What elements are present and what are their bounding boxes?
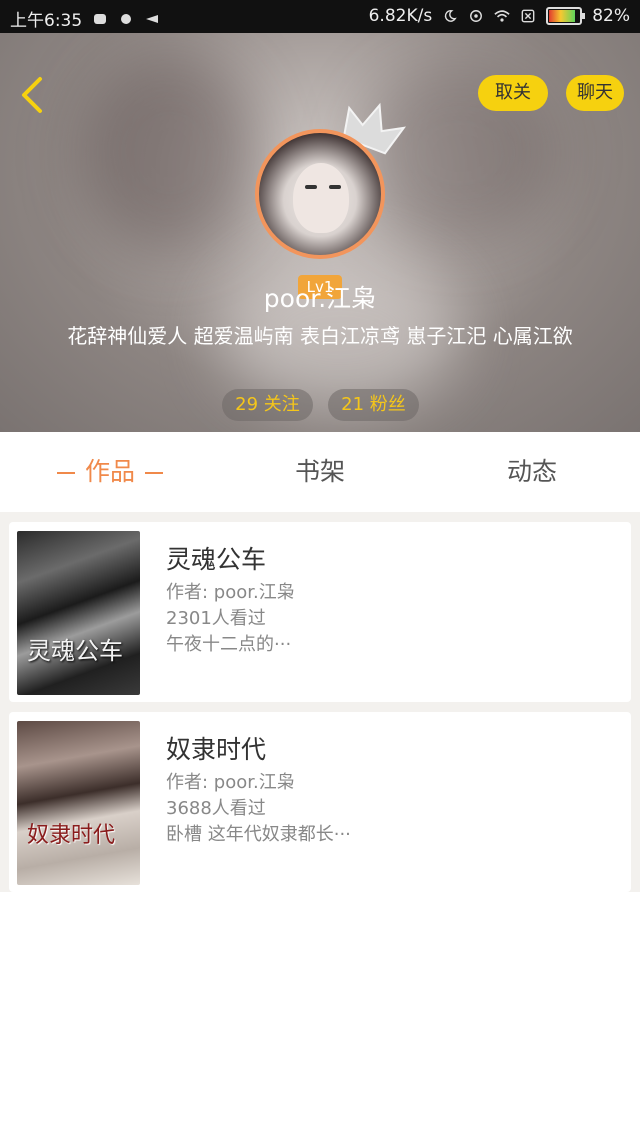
battery-icon <box>546 7 586 25</box>
avatar-container[interactable] <box>255 129 385 259</box>
tab-works[interactable]: 作品 <box>40 432 180 512</box>
book-cover-title: 奴隶时代 <box>27 823 116 848</box>
book-description: 卧槽 这年代奴隶都长··· <box>166 824 351 845</box>
following-count[interactable]: 29 关注 <box>222 389 313 421</box>
avatar-face <box>293 163 349 233</box>
book-card[interactable]: 奴隶时代 奴隶时代 作者: poor.江枭 3688人看过 卧槽 这年代奴隶都长… <box>9 712 631 892</box>
profile-tabs: 作品 书架 动态 <box>0 432 640 512</box>
notification-icon <box>94 13 107 24</box>
battery-tip <box>582 13 586 19</box>
wifi-icon <box>494 10 510 22</box>
status-left: 上午6:35 <box>10 6 160 31</box>
background-blur <box>80 53 260 253</box>
username: poor.江枭 <box>263 284 377 313</box>
tab-indicator <box>56 472 75 474</box>
avatar-eye <box>329 185 341 189</box>
tab-bookshelf[interactable]: 书架 <box>250 432 390 512</box>
status-time: 上午6:35 <box>10 11 83 31</box>
book-author: 作者: poor.江枭 <box>166 772 295 793</box>
book-description: 午夜十二点的··· <box>166 634 292 655</box>
battery-percent: 82% <box>592 6 630 26</box>
no-sim-icon <box>521 9 535 23</box>
fans-count[interactable]: 21 粉丝 <box>328 389 419 421</box>
book-cover[interactable]: 奴隶时代 <box>17 721 140 885</box>
book-views: 3688人看过 <box>166 798 266 819</box>
tab-dynamics[interactable]: 动态 <box>462 432 602 512</box>
user-bio: 花辞神仙爱人 超爱温屿南 表白江凉鸢 崽子江汜 心属江欲 <box>67 324 573 348</box>
moon-icon <box>445 10 457 22</box>
battery-fill <box>549 10 576 22</box>
book-author: 作者: poor.江枭 <box>166 582 295 603</box>
notification-icon <box>146 14 159 23</box>
book-views: 2301人看过 <box>166 608 266 629</box>
avatar[interactable] <box>255 129 385 259</box>
network-speed: 6.82K/s <box>368 6 433 26</box>
tab-works-label: 作品 <box>84 457 135 486</box>
book-title: 奴隶时代 <box>166 735 267 764</box>
avatar-eye <box>305 185 317 189</box>
tab-indicator <box>145 472 163 474</box>
profile-header: 取关 聊天 Lv1 poor.江枭 花辞神仙爱人 超爱温屿南 表白江凉鸢 崽子江… <box>0 33 640 432</box>
works-list: 灵魂公车 灵魂公车 作者: poor.江枭 2301人看过 午夜十二点的··· … <box>0 512 640 892</box>
status-right: 6.82K/s 82% <box>369 6 630 26</box>
unfollow-button[interactable]: 取关 <box>478 75 548 111</box>
status-bar: 上午6:35 6.82K/s 82% <box>0 0 640 33</box>
back-chevron-icon[interactable] <box>16 73 48 117</box>
book-cover-title: 灵魂公车 <box>27 637 123 665</box>
hotspot-icon <box>470 10 483 22</box>
chat-button[interactable]: 聊天 <box>566 75 624 111</box>
book-card[interactable]: 灵魂公车 灵魂公车 作者: poor.江枭 2301人看过 午夜十二点的··· <box>9 522 631 702</box>
book-cover[interactable]: 灵魂公车 <box>17 531 140 695</box>
book-title: 灵魂公车 <box>166 545 267 574</box>
notification-icon <box>121 13 132 24</box>
